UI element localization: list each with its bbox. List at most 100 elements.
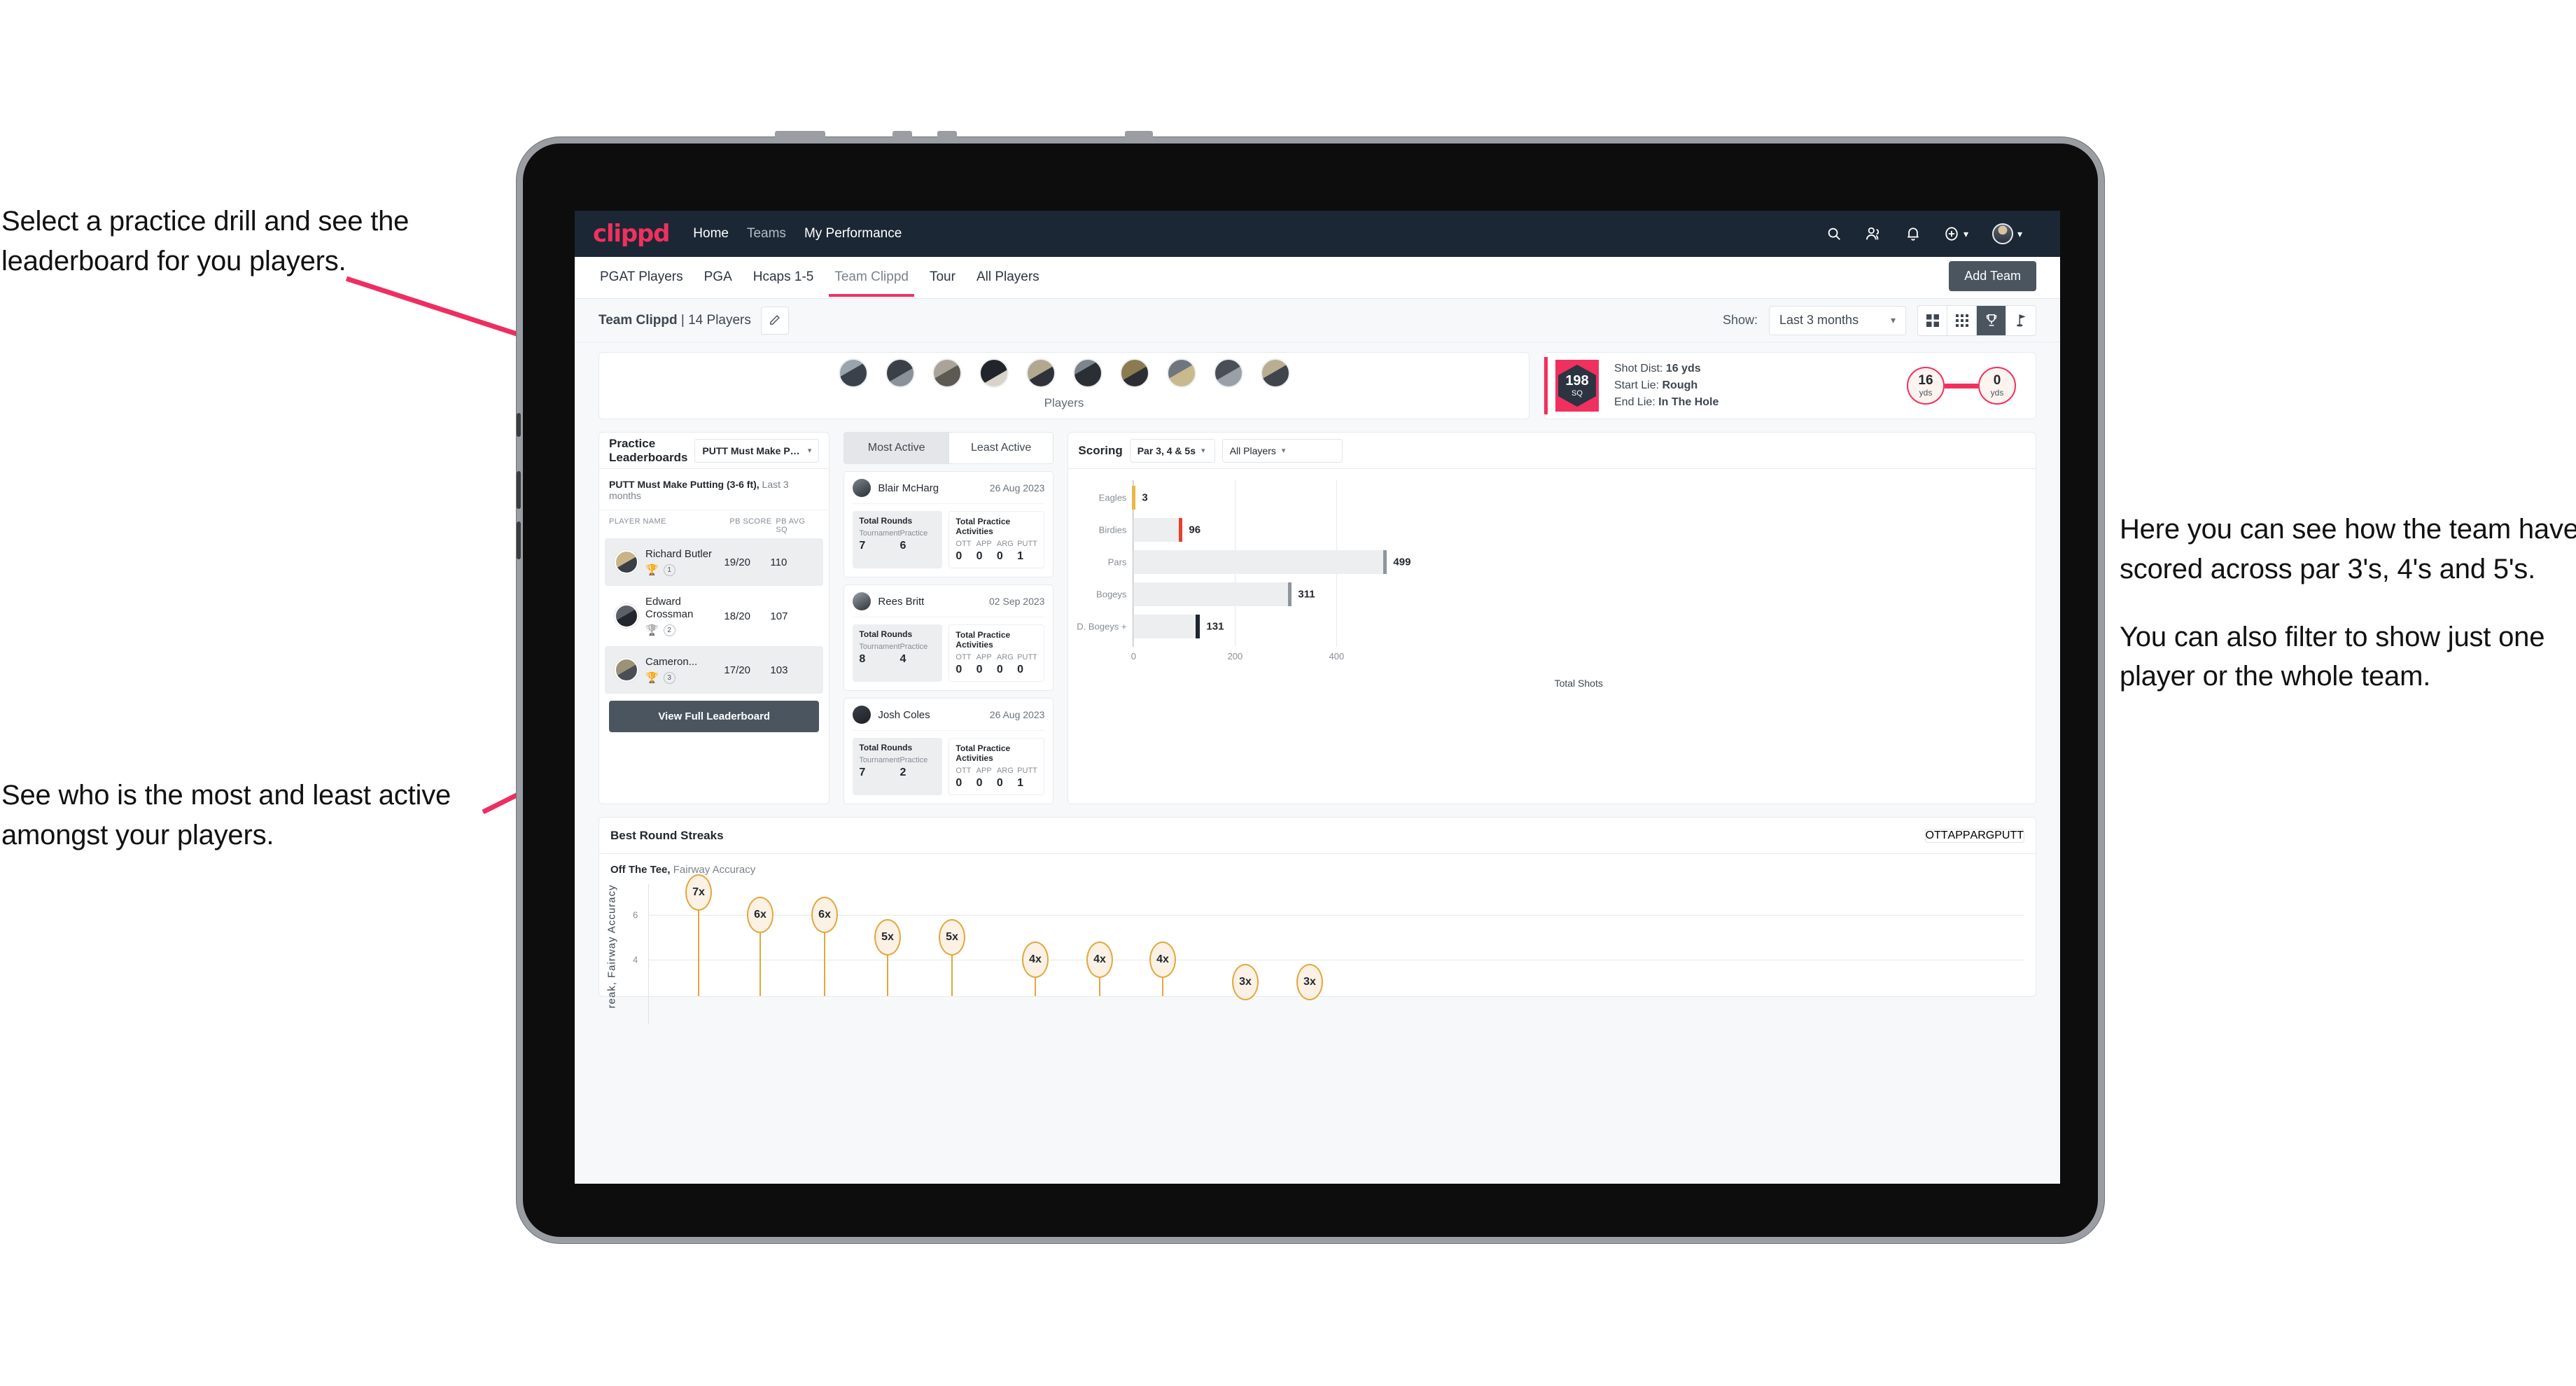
player-avatar[interactable] — [979, 358, 1009, 388]
arg-value: 0 — [996, 550, 1003, 562]
table-row[interactable]: Richard Butler 🏆 1 19/20 110 — [605, 538, 824, 586]
pb-score-cell: 18/20 — [724, 610, 750, 622]
ott-value: 0 — [955, 777, 962, 789]
tab-hcaps-1-5[interactable]: Hcaps 1-5 — [752, 258, 816, 297]
pb-avg-sq-cell: 103 — [770, 664, 788, 676]
practice-leaderboards-card: Practice Leaderboards PUTT Must Make Put… — [598, 432, 830, 804]
nav-link-teams[interactable]: Teams — [747, 226, 786, 241]
bell-icon[interactable] — [1906, 226, 1920, 241]
tab-pgat-players[interactable]: PGAT Players — [598, 258, 685, 297]
tournament-value: 8 — [859, 653, 866, 665]
clippd-logo[interactable]: clippd — [593, 220, 670, 248]
activity-card-stats: Total Rounds Tournament 7 Practice 2 Total… — [853, 738, 1045, 795]
player-cell: Richard Butler 🏆 1 — [638, 548, 724, 576]
section-tab-bar: PGAT Players PGA Hcaps 1-5 Team Clippd T… — [575, 257, 2060, 299]
activity-card[interactable]: Blair McHarg 26 Aug 2023 Total Rounds To… — [844, 471, 1054, 578]
player-filter-select[interactable]: All Players ▾ — [1222, 438, 1343, 463]
activity-date: 02 Sep 2023 — [989, 596, 1045, 607]
annotation-right-text-1: Here you can see how the team have score… — [2120, 514, 2576, 584]
avatar — [615, 604, 638, 628]
practice-label: Practice — [899, 529, 928, 538]
activity-card[interactable]: Josh Coles 26 Aug 2023 Total Rounds Tour… — [844, 698, 1054, 804]
player-avatar[interactable] — [1026, 358, 1056, 388]
player-avatar[interactable] — [885, 358, 915, 388]
end-lie-line: End Lie: In The Hole — [1614, 394, 1718, 411]
tab-all-players[interactable]: All Players — [975, 258, 1041, 297]
activity-card[interactable]: Rees Britt 02 Sep 2023 Total Rounds Tour… — [844, 584, 1054, 691]
shot-dist-value: 16 yds — [1665, 362, 1701, 374]
tournament-stat: Tournament 7 — [859, 529, 899, 552]
player-avatar[interactable] — [1119, 358, 1149, 388]
pb-avg-sq-cell: 110 — [770, 556, 788, 568]
plus-circle-icon[interactable]: ▾ — [1944, 226, 1968, 241]
flag-icon[interactable] — [2006, 306, 2036, 335]
segment-putt[interactable]: PUTT — [1994, 830, 2024, 842]
add-team-button[interactable]: Add Team — [1949, 261, 2036, 291]
practice-value: 6 — [899, 540, 906, 552]
streak-value: 3x — [1296, 964, 1323, 1000]
activity-date: 26 Aug 2023 — [989, 709, 1045, 720]
practice-stat: Practice 6 — [900, 529, 937, 552]
streak-value: 7x — [685, 874, 712, 911]
bar-value: 96 — [1189, 524, 1201, 536]
segment-app[interactable]: APP — [1948, 830, 1970, 842]
end-lie-label: End Lie: — [1614, 396, 1656, 409]
top-navigation-bar: clippd Home Teams My Performance ▾ ▾ — [575, 211, 2060, 257]
dashboard-body: Players 198 SQ Shot Dist: 16 yds Start L… — [575, 342, 2060, 1184]
tournament-label: Tournament — [859, 756, 900, 764]
period-select[interactable]: Last 3 months ▾ — [1769, 305, 1906, 335]
search-icon[interactable] — [1826, 226, 1842, 241]
player-avatar[interactable] — [1166, 358, 1196, 388]
shot-detail-card: 198 SQ Shot Dist: 16 yds Start Lie: Roug… — [1544, 352, 2036, 419]
grid-small-icon[interactable] — [1947, 305, 1977, 335]
avatar — [853, 706, 872, 724]
tab-most-active[interactable]: Most Active — [844, 433, 948, 463]
activity-card-header: Rees Britt 02 Sep 2023 — [853, 592, 1045, 617]
tournament-label: Tournament — [859, 529, 900, 538]
edit-team-button[interactable] — [760, 306, 789, 335]
people-icon[interactable] — [1865, 226, 1882, 241]
trophy-icon[interactable] — [1977, 305, 2006, 335]
ott-value: 0 — [955, 664, 962, 676]
shot-start-value: 16 — [1918, 373, 1933, 388]
view-full-leaderboard-button[interactable]: View Full Leaderboard — [609, 701, 820, 732]
tab-pga[interactable]: PGA — [703, 258, 734, 297]
column-pb-avg-sq: PB AVG SQ — [776, 517, 806, 534]
segment-ott[interactable]: OTT — [1926, 830, 1948, 842]
bar-label: D. Bogeys + — [1077, 621, 1127, 632]
practice-activities-title: Total Practice Activities — [955, 517, 1011, 536]
tab-team-clippd[interactable]: Team Clippd — [829, 258, 914, 297]
player-avatar[interactable] — [838, 358, 868, 388]
column-player-name: PLAYER NAME — [609, 517, 666, 526]
grid-large-icon[interactable] — [1918, 305, 1947, 335]
nav-link-home[interactable]: Home — [693, 226, 729, 241]
table-row[interactable]: Cameron... 🏆 3 17/20 103 — [605, 646, 824, 694]
chevron-down-icon: ▾ — [2017, 227, 2022, 239]
total-rounds-values: Tournament 7 Practice 6 — [859, 529, 936, 552]
trophy-icon: 🏆 — [645, 564, 659, 576]
activity-panel: Most Active Least Active Blair McHarg 26… — [844, 432, 1054, 804]
player-avatar[interactable] — [932, 358, 962, 388]
putt-label: PUTT — [1017, 766, 1037, 775]
bar-value: 131 — [1206, 620, 1224, 633]
bar-label: Pars — [1107, 556, 1127, 568]
arg-stat: ARG 0 — [997, 653, 1017, 676]
device-buttons — [775, 131, 1209, 139]
par-filter-select[interactable]: Par 3, 4 & 5s ▾ — [1129, 438, 1215, 463]
table-row[interactable]: Edward Crossman 🏆 2 18/20 107 — [605, 586, 823, 646]
total-rounds-block: Total Rounds Tournament 8 Practice 4 — [853, 624, 943, 682]
player-avatar[interactable] — [1260, 358, 1290, 388]
drill-select[interactable]: PUTT Must Make Putting ... ▾ — [694, 438, 820, 463]
player-avatar[interactable] — [1213, 358, 1243, 388]
avatar[interactable]: ▾ — [1991, 223, 2022, 244]
activity-card-header: Blair McHarg 26 Aug 2023 — [853, 479, 1045, 504]
segment-arg[interactable]: ARG — [1970, 830, 1995, 842]
practice-activities-title: Total Practice Activities — [955, 743, 1011, 763]
period-select-value: Last 3 months — [1779, 313, 1859, 327]
top-row: Players 198 SQ Shot Dist: 16 yds Start L… — [598, 342, 2036, 419]
tab-least-active[interactable]: Least Active — [948, 433, 1054, 463]
player-avatar[interactable] — [1072, 358, 1102, 388]
shot-quality-badge: 198 SQ — [1555, 360, 1599, 412]
tab-tour[interactable]: Tour — [928, 258, 957, 297]
nav-link-my-performance[interactable]: My Performance — [804, 226, 902, 241]
